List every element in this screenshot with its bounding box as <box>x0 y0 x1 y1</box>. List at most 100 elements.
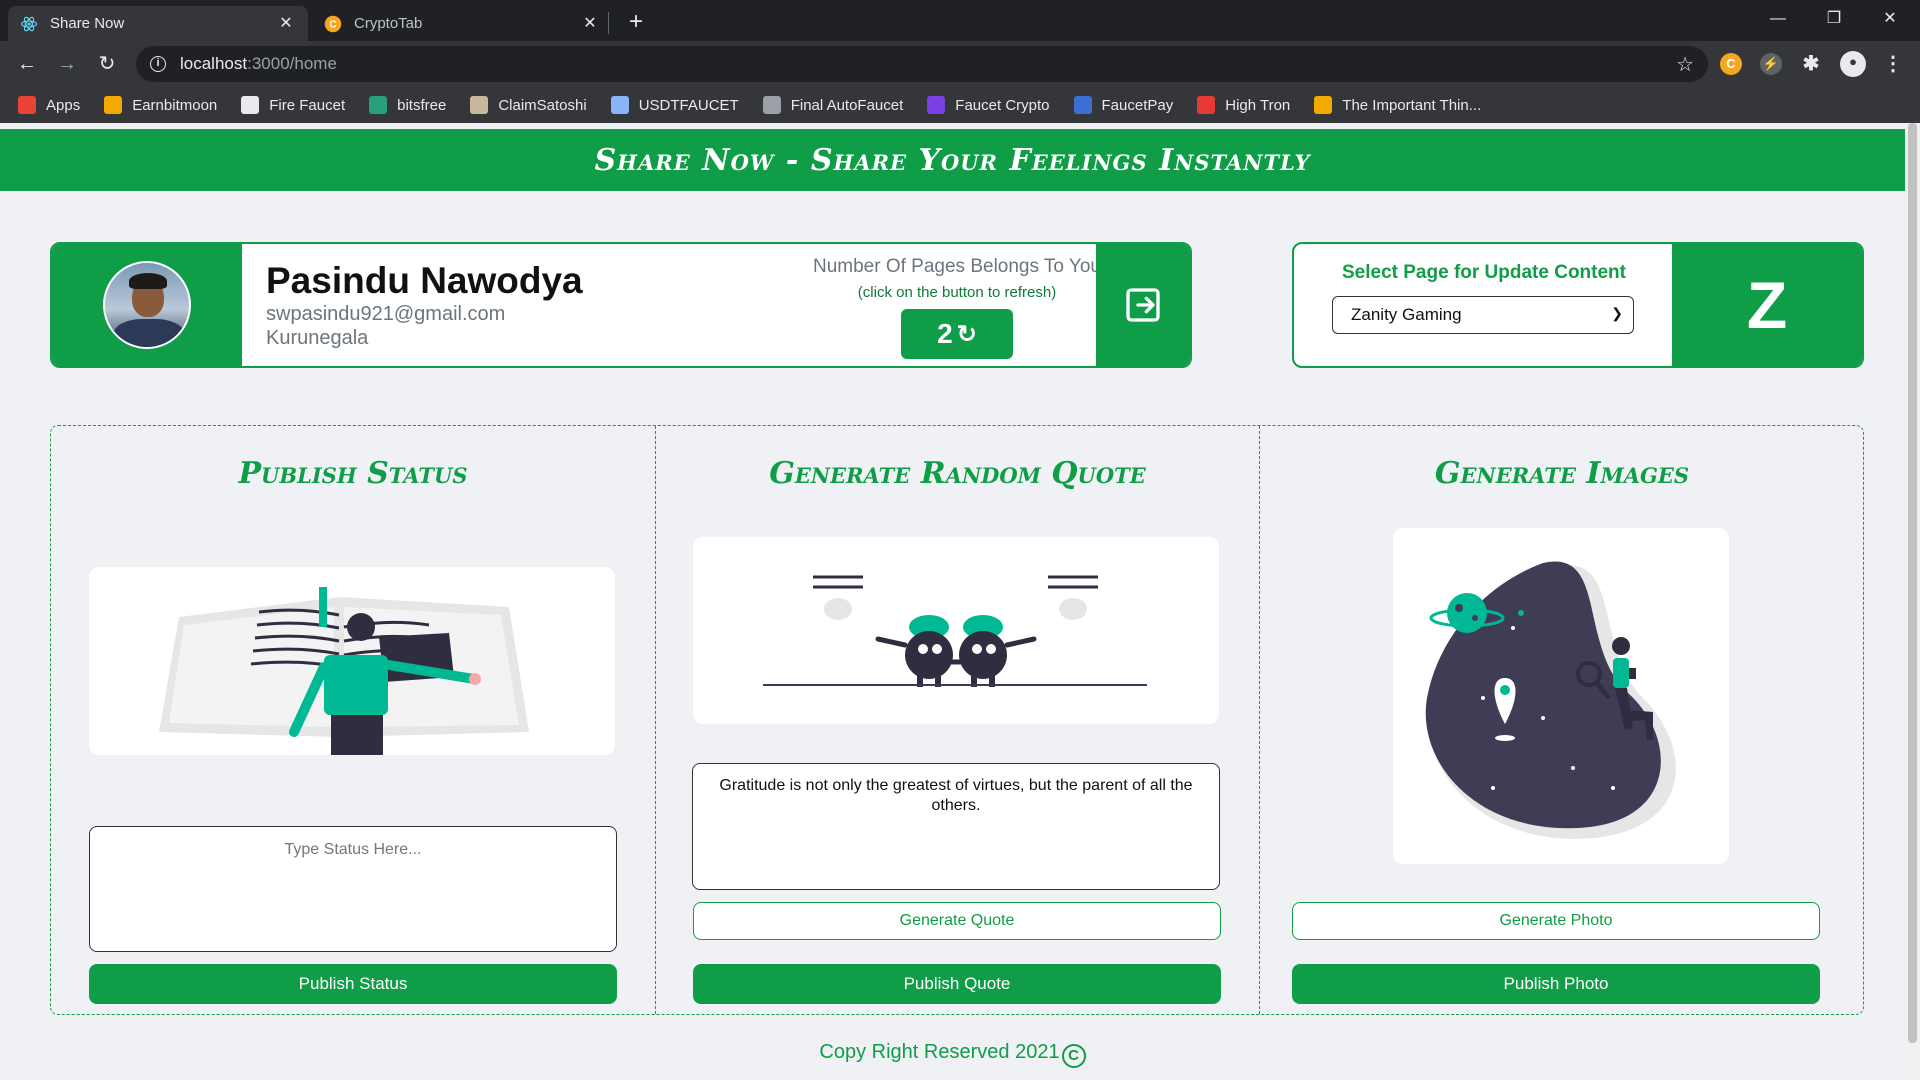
browser-toolbar: ← → ↻ i localhost:3000/home ☆ C ⚡ ✱ ● ⋮ <box>0 41 1920 87</box>
logout-icon <box>1126 288 1160 322</box>
url-host: localhost <box>180 54 248 73</box>
publish-status-section: Publish Status Type Status Here... Publi… <box>51 426 656 1014</box>
section-title: Generate Images <box>1434 456 1690 491</box>
bitcoin-icon <box>104 96 123 114</box>
app-header: Share Now - Share Your Feelings Instantl… <box>0 129 1905 191</box>
section-title: Generate Random Quote <box>769 456 1146 491</box>
tab-share-now[interactable]: Share Now ✕ <box>8 6 308 41</box>
scrollbar-thumb[interactable] <box>1908 123 1917 1043</box>
copyright-text: Copy Right Reserved 2021 <box>819 1041 1060 1063</box>
bookmark-star-icon[interactable]: ☆ <box>1676 52 1694 77</box>
firefaucet-icon <box>241 96 260 114</box>
reload-icon[interactable]: ↻ <box>92 49 122 79</box>
page-select-label: Select Page for Update Content <box>1342 262 1626 283</box>
avatar <box>103 261 191 349</box>
bookmark-item[interactable]: bitsfree <box>369 96 446 114</box>
diamond-icon <box>369 96 388 114</box>
back-icon[interactable]: ← <box>12 49 42 79</box>
copyright-icon: C <box>1061 1044 1086 1068</box>
faucetcrypto-icon <box>927 96 946 114</box>
bookmark-item[interactable]: ClaimSatoshi <box>470 96 587 114</box>
cryptotab-extension-icon[interactable]: C <box>1720 53 1742 75</box>
svg-text:C: C <box>329 19 336 30</box>
tab-title: CryptoTab <box>354 15 423 32</box>
chevron-down-icon: ❯ <box>1611 305 1623 321</box>
lightning-extension-icon[interactable]: ⚡ <box>1760 53 1782 75</box>
bookmark-label: bitsfree <box>397 96 447 114</box>
minimize-icon[interactable]: — <box>1750 0 1806 41</box>
apps-grid-icon <box>18 96 36 114</box>
logout-button[interactable] <box>1096 244 1190 366</box>
app-title: Share Now - Share Your Feelings Instantl… <box>594 142 1311 178</box>
close-tab-icon[interactable]: ✕ <box>580 14 600 34</box>
new-tab-button[interactable]: + <box>622 8 650 36</box>
page-initial-badge: Z <box>1672 244 1862 366</box>
bookmark-item[interactable]: Earnbitmoon <box>104 96 217 114</box>
publish-status-button[interactable]: Publish Status <box>89 964 617 1004</box>
generate-photo-button[interactable]: Generate Photo <box>1292 902 1820 940</box>
publish-photo-button[interactable]: Publish Photo <box>1292 964 1820 1004</box>
tab-cryptotab[interactable]: C CryptoTab ✕ <box>312 6 612 41</box>
content-sections: Publish Status Type Status Here... Publi… <box>50 425 1864 1015</box>
generate-quote-section: Generate Random Quote Gratitude is not o… <box>656 426 1260 1014</box>
site-info-icon[interactable]: i <box>150 56 166 72</box>
page-scrollbar[interactable] <box>1905 123 1920 1080</box>
extensions-puzzle-icon[interactable]: ✱ <box>1800 53 1822 75</box>
close-tab-icon[interactable]: ✕ <box>276 14 296 34</box>
reading-illustration <box>89 567 615 755</box>
bookmark-item[interactable]: High Tron <box>1197 96 1290 114</box>
status-input[interactable]: Type Status Here... <box>89 826 617 952</box>
bookmark-item[interactable]: Apps <box>18 96 80 114</box>
footer: Copy Right Reserved 2021 C <box>0 1041 1905 1068</box>
avatar-panel <box>52 244 242 366</box>
menu-kebab-icon[interactable]: ⋮ <box>1882 53 1904 75</box>
bitcoin-small-icon <box>1314 96 1333 114</box>
bookmark-item[interactable]: Faucet Crypto <box>927 96 1050 114</box>
satoshi-icon <box>470 96 489 114</box>
faucetpay-icon <box>1073 96 1092 114</box>
bookmark-item[interactable]: USDTFAUCET <box>610 96 739 114</box>
quote-text-area[interactable]: Gratitude is not only the greatest of vi… <box>692 763 1220 890</box>
bookmark-item[interactable]: The Important Thin... <box>1314 96 1481 114</box>
page-viewport: Share Now - Share Your Feelings Instantl… <box>0 123 1920 1080</box>
bookmark-label: High Tron <box>1225 96 1291 114</box>
bookmark-label: The Important Thin... <box>1342 96 1482 114</box>
section-title: Publish Status <box>238 456 468 491</box>
bookmarks-bar: Apps Earnbitmoon Fire Faucet bitsfree ClaimS… <box>0 87 1920 123</box>
tron-icon <box>1197 96 1216 114</box>
quote-illustration <box>693 537 1219 724</box>
user-email: swpasindu921@gmail.com <box>266 303 506 325</box>
react-icon <box>20 15 38 33</box>
profile-card: Pasindu Nawodya swpasindu921@gmail.com K… <box>50 242 1192 368</box>
user-city: Kurunegala <box>266 327 369 349</box>
bookmark-item[interactable]: FaucetPay <box>1073 96 1174 114</box>
generate-images-section: Generate Images Generate Photo Publish P… <box>1260 426 1864 1014</box>
refresh-pages-button[interactable]: 2 ↻ <box>901 309 1013 359</box>
tab-separator <box>608 12 609 34</box>
page-select-card: Select Page for Update Content Zanity Ga… <box>1292 242 1864 368</box>
cryptotab-icon: C <box>324 15 342 33</box>
bookmark-item[interactable]: Final AutoFaucet <box>762 96 904 114</box>
forward-icon[interactable]: → <box>52 49 82 79</box>
page-select-value: Zanity Gaming <box>1351 305 1462 324</box>
profile-icon[interactable]: ● <box>1840 51 1866 77</box>
tab-title: Share Now <box>50 15 125 32</box>
bookmark-label: USDTFAUCET <box>638 96 739 114</box>
close-window-icon[interactable]: ✕ <box>1862 0 1918 41</box>
restore-icon[interactable]: ❐ <box>1806 0 1862 41</box>
url-path: :3000/home <box>247 54 337 73</box>
user-name: Pasindu Nawodya <box>266 260 583 301</box>
bookmark-label: ClaimSatoshi <box>498 96 587 114</box>
bookmark-label: Faucet Crypto <box>955 96 1050 114</box>
bookmark-label: Apps <box>46 96 81 114</box>
bookmark-label: Earnbitmoon <box>132 96 218 114</box>
refresh-icon: ↻ <box>956 320 977 348</box>
bookmark-label: Final AutoFaucet <box>790 96 904 114</box>
bookmark-label: FaucetPay <box>1101 96 1174 114</box>
page-select-dropdown[interactable]: Zanity Gaming ❯ <box>1332 296 1634 334</box>
address-bar[interactable]: i localhost:3000/home ☆ <box>136 46 1708 82</box>
usdt-icon <box>610 96 629 114</box>
generate-quote-button[interactable]: Generate Quote <box>693 902 1221 940</box>
bookmark-item[interactable]: Fire Faucet <box>241 96 345 114</box>
publish-quote-button[interactable]: Publish Quote <box>693 964 1221 1004</box>
